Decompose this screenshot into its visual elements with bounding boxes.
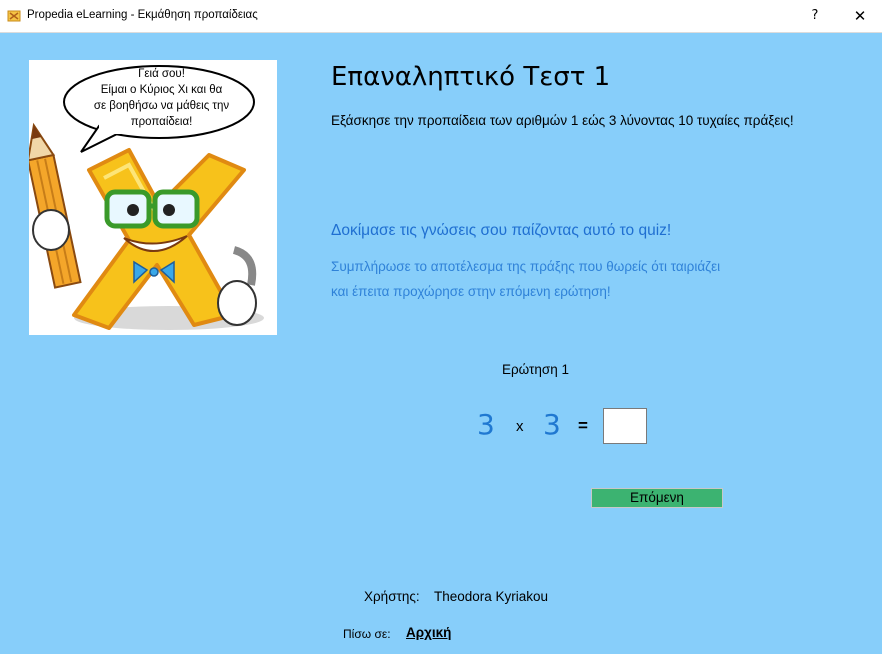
instruction-line: και έπειτα προχώρησε στην επόμενη ερώτησ… <box>331 284 611 299</box>
operand-a: 3 <box>477 408 495 441</box>
page-title: Επαναληπτικό Τεστ 1 <box>331 62 611 92</box>
window-title: Propedia eLearning - Εκμάθηση προπαίδεια… <box>27 9 258 21</box>
close-button[interactable]: ✕ <box>840 0 880 32</box>
window-titlebar: Propedia eLearning - Εκμάθηση προπαίδεια… <box>0 0 882 33</box>
instruction-line: Συμπλήρωσε το αποτέλεσμα της πράξης που … <box>331 259 721 274</box>
multiply-operator: x <box>516 418 524 435</box>
speech-bubble-text: Γειά σου! Είμαι ο Κύριος Χι και θα σε βο… <box>64 66 259 130</box>
next-button[interactable]: Επόμενη <box>591 488 723 508</box>
speech-line: Είμαι ο Κύριος Χι και θα <box>100 84 223 96</box>
user-name: Theodora Kyriakou <box>434 589 549 604</box>
equals-sign: = <box>578 416 588 435</box>
user-label: Χρήστης: <box>364 589 420 604</box>
back-label: Πίσω σε: <box>343 627 391 641</box>
operand-b: 3 <box>543 408 561 441</box>
home-link[interactable]: Αρχική <box>406 625 451 640</box>
quiz-heading: Δοκίμασε τις γνώσεις σου παίζοντας αυτό … <box>331 222 672 239</box>
question-number: 1 <box>561 362 569 377</box>
page-subtitle: Εξάσκησε την προπαίδεια των αριθμών 1 εώ… <box>331 113 794 128</box>
question-label: Ερώτηση 1 <box>502 362 569 377</box>
answer-input[interactable] <box>603 408 647 444</box>
speech-line: σε βοηθήσω να μάθεις την <box>93 100 230 112</box>
speech-line: προπαίδεια! <box>130 116 193 128</box>
help-button[interactable]: ? <box>795 0 835 32</box>
question-word: Ερώτηση <box>502 362 558 377</box>
speech-line: Γειά σου! <box>138 68 185 80</box>
propedia-logo-icon <box>7 10 21 22</box>
